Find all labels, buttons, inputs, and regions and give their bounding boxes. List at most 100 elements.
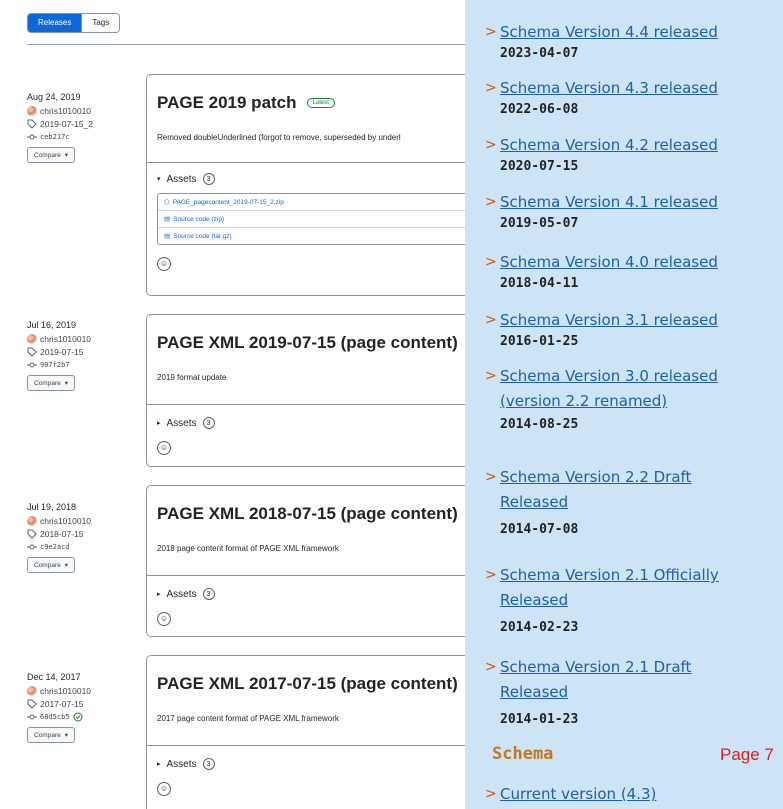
release-description: 2018 page content format of PAGE XML fra… — [157, 544, 339, 553]
news-link-line2[interactable]: Released — [500, 680, 770, 705]
avatar[interactable] — [27, 106, 37, 116]
news-link[interactable]: Schema Version 4.0 released — [500, 250, 770, 275]
smiley-icon[interactable]: ☺ — [157, 781, 171, 796]
release-description: Removed doubleUnderlined (forgot to remo… — [157, 133, 401, 142]
author-link[interactable]: chris1010010 — [40, 334, 91, 344]
news-item: > Schema Version 4.3 released 2022-06-08 — [485, 76, 770, 119]
compare-button[interactable]: Compare ▾ — [27, 375, 75, 391]
assets-toggle[interactable]: ▾ Assets 3 — [147, 173, 485, 185]
news-link[interactable]: Schema Version 2.1 Draft — [500, 655, 770, 680]
chevron-down-icon: ▾ — [64, 562, 68, 569]
commit-icon — [27, 134, 37, 140]
news-link-line2[interactable]: Released — [500, 490, 770, 515]
release-date: Aug 24, 2019 — [27, 92, 81, 102]
assets-count: 3 — [202, 588, 215, 600]
asset-link[interactable]: ▤ Source code (tar.gz) — [158, 227, 474, 244]
release-date: Jul 19, 2018 — [27, 502, 77, 512]
release-meta: Dec 14, 2017 chris1010010 2017-07-15 68d… — [27, 672, 91, 743]
file-zip-icon: ▤ — [164, 216, 171, 223]
asset-link[interactable]: ▤ Source code (zip) — [158, 210, 474, 227]
author-link[interactable]: chris1010010 — [40, 686, 91, 696]
news-link[interactable]: Schema Version 3.1 released — [500, 308, 770, 333]
compare-button[interactable]: Compare ▾ — [27, 147, 75, 163]
tag-link[interactable]: 2019-07-15_2 — [40, 119, 93, 129]
release-date: Jul 16, 2019 — [27, 320, 77, 330]
chevron-right-icon: > — [485, 312, 497, 328]
chevron-right-icon: > — [485, 567, 497, 583]
assets-toggle[interactable]: ▸ Assets 3 — [147, 417, 485, 429]
latest-badge: Latest — [306, 98, 335, 108]
news-link[interactable]: Schema Version 2.1 Officially — [500, 563, 770, 588]
tag-link[interactable]: 2017-07-15 — [40, 699, 83, 709]
news-link-line2[interactable]: Released — [500, 588, 770, 613]
news-link[interactable]: Schema Version 4.4 released — [500, 20, 770, 45]
commit-link[interactable]: c9e2acd — [40, 543, 70, 551]
compare-button[interactable]: Compare ▾ — [27, 727, 75, 743]
assets-label: Assets — [166, 173, 197, 185]
chevron-right-icon: > — [485, 80, 497, 96]
asset-link[interactable]: ⬡ PAGE_pagecontent_2019-07-15_2.zip — [158, 194, 474, 210]
release-date: Dec 14, 2017 — [27, 672, 81, 682]
chevron-right-icon: > — [485, 194, 497, 210]
news-link[interactable]: Schema Version 4.1 released — [500, 190, 770, 215]
news-link[interactable]: Schema Version 4.3 released — [500, 76, 770, 101]
news-item: > Schema Version 3.1 released 2016-01-25 — [485, 308, 770, 351]
release-title[interactable]: PAGE XML 2018-07-15 (page content) — [157, 504, 475, 524]
release-meta: Aug 24, 2019 chris1010010 2019-07-15_2 c… — [27, 92, 93, 163]
tag-icon — [27, 699, 37, 709]
news-date: 2016-01-25 — [500, 334, 579, 349]
page-label: Page 7 — [720, 745, 774, 764]
package-icon: ⬡ — [164, 199, 170, 206]
commit-link[interactable]: 907f2b7 — [40, 361, 70, 369]
avatar[interactable] — [27, 334, 37, 344]
tag-icon — [27, 119, 37, 129]
news-link[interactable]: Schema Version 2.2 Draft — [500, 465, 770, 490]
tab-tags[interactable]: Tags — [81, 14, 120, 32]
assets-count: 3 — [202, 173, 215, 185]
news-item: > Schema Version 4.4 released 2023-04-07 — [485, 20, 770, 63]
assets-count: 3 — [202, 417, 215, 429]
release-meta: Jul 16, 2019 chris1010010 2019-07-15 907… — [27, 320, 91, 391]
compare-label: Compare — [34, 731, 61, 739]
file-zip-icon: ▤ — [164, 233, 171, 240]
commit-link[interactable]: 68d5cb5 — [40, 713, 70, 721]
news-date: 2014-01-23 — [500, 712, 579, 727]
news-link-line2[interactable]: (version 2.2 renamed) — [500, 389, 770, 414]
release-title[interactable]: PAGE 2019 patch — [157, 93, 297, 113]
author-link[interactable]: chris1010010 — [40, 106, 91, 116]
news-item: > Schema Version 4.1 released 2019-05-07 — [485, 190, 770, 233]
news-link[interactable]: Schema Version 3.0 released — [500, 364, 770, 389]
tab-releases[interactable]: Releases — [28, 14, 82, 32]
news-item: > Schema Version 4.2 released 2020-07-15 — [485, 133, 770, 176]
smiley-icon[interactable]: ☺ — [157, 440, 171, 455]
news-link[interactable]: Schema Version 4.2 released — [500, 133, 770, 158]
tag-link[interactable]: 2018-07-15 — [40, 529, 83, 539]
assets-toggle[interactable]: ▸ Assets 3 — [147, 588, 485, 600]
author-link[interactable]: chris1010010 — [40, 516, 91, 526]
news-date: 2014-02-23 — [500, 620, 579, 635]
news-item: > Schema Version 2.2 Draft Released 2014… — [485, 465, 770, 539]
asset-name: Source code (zip) — [173, 215, 225, 223]
chevron-right-icon: > — [485, 659, 497, 675]
tag-link[interactable]: 2019-07-15 — [40, 347, 83, 357]
caret-right-icon: ▸ — [157, 591, 161, 598]
divider — [147, 575, 485, 576]
divider — [147, 745, 485, 746]
news-date: 2023-04-07 — [500, 46, 579, 61]
smiley-icon[interactable]: ☺ — [157, 256, 171, 271]
avatar[interactable] — [27, 516, 37, 526]
release-title[interactable]: PAGE XML 2017-07-15 (page content) — [157, 674, 475, 694]
chevron-right-icon: > — [485, 254, 497, 270]
compare-button[interactable]: Compare ▾ — [27, 557, 75, 573]
commit-link[interactable]: ceb217c — [40, 133, 70, 141]
compare-label: Compare — [34, 151, 61, 159]
assets-toggle[interactable]: ▸ Assets 3 — [147, 758, 485, 770]
tag-icon — [27, 529, 37, 539]
current-version-link[interactable]: Current version (4.3) — [500, 782, 770, 807]
chevron-right-icon: > — [485, 24, 497, 40]
avatar[interactable] — [27, 686, 37, 696]
smiley-icon[interactable]: ☺ — [157, 611, 171, 626]
release-description: 2019 format update — [157, 373, 227, 382]
release-card: PAGE XML 2018-07-15 (page content) 2018 … — [146, 485, 486, 637]
release-title[interactable]: PAGE XML 2019-07-15 (page content) — [157, 333, 475, 353]
